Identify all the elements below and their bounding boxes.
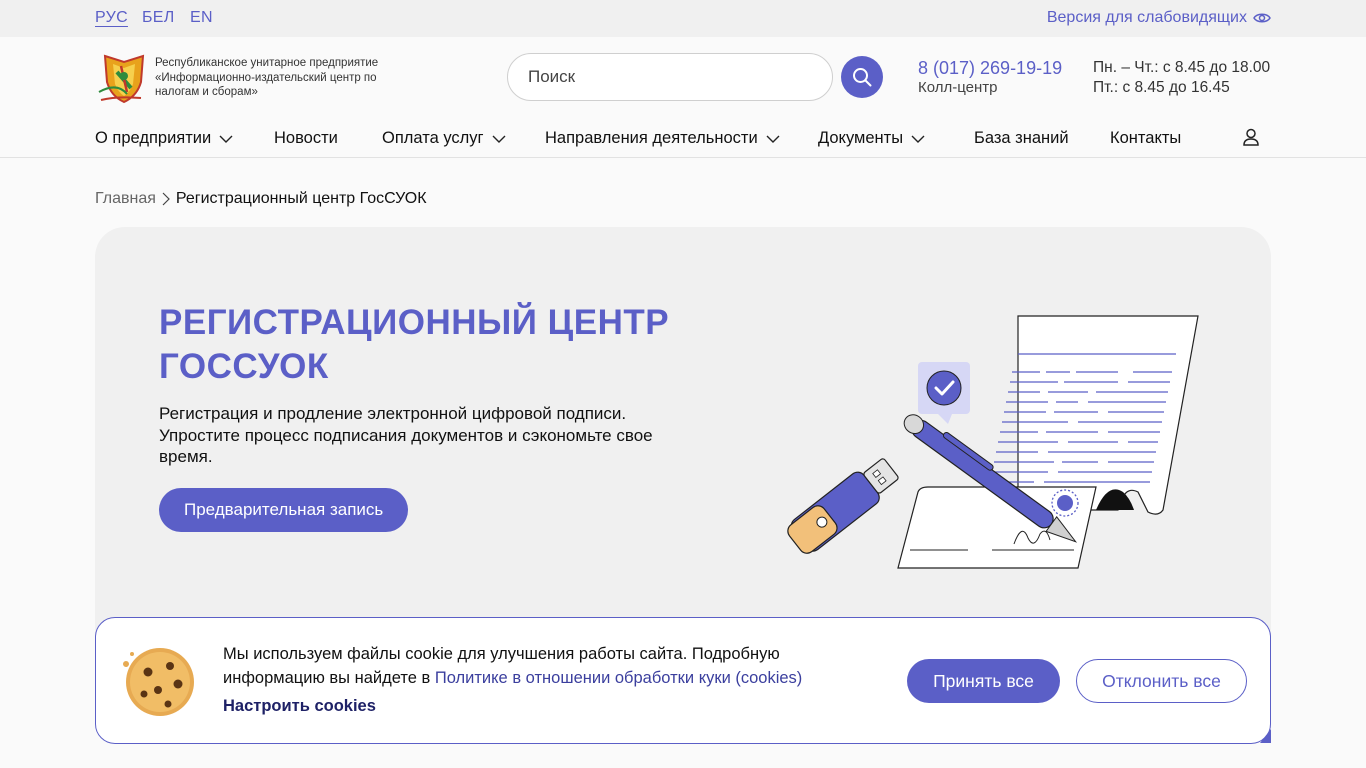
accept-all-button[interactable]: Принять все bbox=[907, 659, 1060, 703]
search-icon bbox=[853, 68, 872, 87]
lang-by-link[interactable]: БЕЛ bbox=[142, 9, 175, 27]
nav-item-label: О предприятии bbox=[95, 129, 212, 147]
low-vision-link[interactable]: Версия для слабовидящих bbox=[1047, 9, 1271, 27]
search-button[interactable] bbox=[841, 56, 883, 98]
page-title: Регистрационный центр ГосСУОК bbox=[159, 303, 670, 386]
breadcrumb: Главная Регистрационный центр ГосСУОК bbox=[95, 190, 427, 208]
document-signing-illustration bbox=[787, 315, 1199, 569]
lang-ru-link[interactable]: РУС bbox=[95, 9, 128, 27]
cookie-message: Мы используем файлы cookie для улучшения… bbox=[223, 642, 883, 690]
low-vision-label: Версия для слабовидящих bbox=[1046, 9, 1247, 26]
nav-item-label: Направления деятельности bbox=[545, 129, 758, 147]
nav-item-label: База знаний bbox=[974, 129, 1069, 147]
chevron-down-icon bbox=[219, 135, 233, 143]
reject-all-button[interactable]: Отклонить все bbox=[1076, 659, 1247, 703]
cookie-policy-link[interactable]: Политике в отношении обработки куки (coo… bbox=[435, 669, 802, 687]
nav-item-payment[interactable]: Оплата услуг bbox=[382, 129, 506, 148]
phone-number[interactable]: 8 (017) 269-19-19 bbox=[918, 58, 1062, 79]
hero-description: Регистрация и продление электронной цифр… bbox=[159, 404, 653, 466]
cookie-icon bbox=[123, 648, 194, 716]
cookie-settings-link[interactable]: Настроить cookies bbox=[223, 697, 376, 716]
breadcrumb-current: Регистрационный центр ГосСУОК bbox=[175, 190, 427, 207]
user-icon[interactable] bbox=[1242, 128, 1260, 146]
nav-item-label: Оплата услуг bbox=[382, 129, 484, 147]
site-header: Республиканское унитарное предприятие «И… bbox=[0, 37, 1366, 158]
org-name: Республиканское унитарное предприятие «И… bbox=[155, 57, 379, 98]
working-hours: Пн. – Чт.: с 8.45 до 18.00 Пт.: с 8.45 д… bbox=[1093, 58, 1270, 98]
nav-item-news[interactable]: Новости bbox=[274, 129, 338, 148]
nav-item-label: Контакты bbox=[1110, 129, 1182, 147]
chevron-down-icon bbox=[911, 135, 925, 143]
search-input[interactable] bbox=[507, 53, 833, 101]
lang-en-link[interactable]: EN bbox=[190, 9, 213, 27]
pre-registration-button[interactable]: Предварительная запись bbox=[159, 488, 409, 532]
nav-item-documents[interactable]: Документы bbox=[818, 129, 925, 148]
cookie-banner: Мы используем файлы cookie для улучшения… bbox=[95, 617, 1271, 744]
nav-item-label: Новости bbox=[274, 129, 338, 147]
hours-line-2: Пт.: с 8.45 до 16.45 bbox=[1093, 79, 1230, 96]
logo-icon[interactable] bbox=[97, 52, 151, 104]
top-bar: РУС БЕЛ EN Версия для слабовидящих bbox=[0, 0, 1366, 37]
chevron-down-icon bbox=[766, 135, 780, 143]
hours-line-1: Пн. – Чт.: с 8.45 до 18.00 bbox=[1093, 59, 1271, 76]
breadcrumb-home-link[interactable]: Главная bbox=[95, 190, 156, 208]
chevron-down-icon bbox=[492, 135, 506, 143]
nav-item-knowledge-base[interactable]: База знаний bbox=[974, 129, 1069, 148]
nav-item-contacts[interactable]: Контакты bbox=[1110, 129, 1181, 148]
eye-icon bbox=[1253, 13, 1271, 23]
nav-item-label: Документы bbox=[818, 129, 904, 147]
nav-item-activities[interactable]: Направления деятельности bbox=[545, 129, 780, 148]
main-nav: О предприятии Новости Оплата услуг Напра… bbox=[0, 125, 1366, 153]
nav-item-about[interactable]: О предприятии bbox=[95, 129, 233, 148]
chevron-right-icon bbox=[162, 192, 170, 206]
phone-label: Колл-центр bbox=[918, 79, 998, 96]
